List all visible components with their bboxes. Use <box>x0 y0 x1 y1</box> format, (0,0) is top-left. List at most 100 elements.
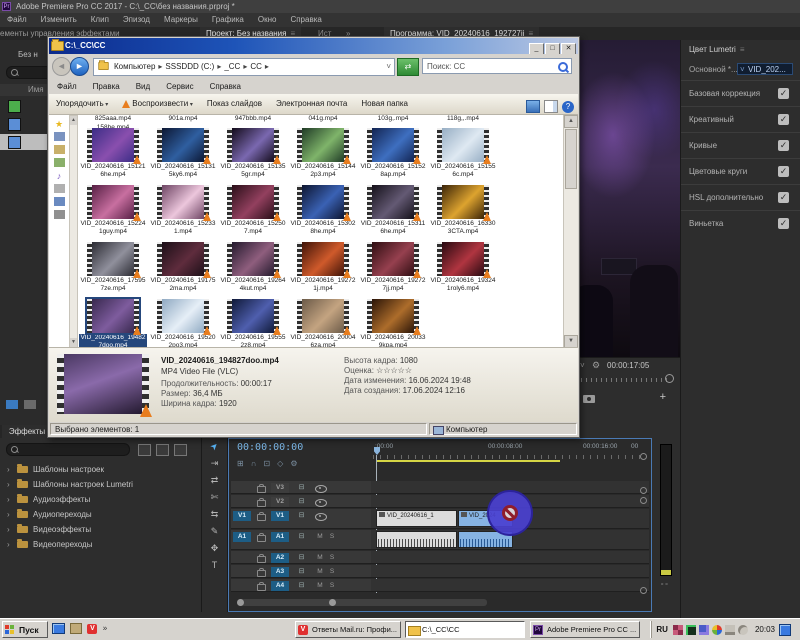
sidebar-scrollbar[interactable]: ▲ ▼ <box>69 115 78 348</box>
zoom-handle-icon[interactable] <box>237 599 244 606</box>
breadcrumb[interactable]: Компьютер▸SSSDDD (C:)▸_CC▸CC▸˅ <box>93 58 395 76</box>
breadcrumb-segment-SSSDDD (C:)[interactable]: SSSDDD (C:) <box>164 59 215 74</box>
file-item[interactable]: VID_20240616_163303CTA.mp4 <box>428 184 498 241</box>
accelerated-effects-icon[interactable] <box>138 444 151 456</box>
lock-icon[interactable] <box>257 535 266 542</box>
track-name-button[interactable]: A4 <box>271 581 289 591</box>
track-output-icon[interactable]: ⊟ <box>295 567 308 577</box>
chevron-down-icon[interactable]: ˅ <box>580 361 585 370</box>
menu-item-Графика[interactable]: Графика <box>205 13 251 27</box>
checkbox-checked-icon[interactable]: ✓ <box>778 166 789 177</box>
file-item[interactable]: VID_20240616_153028he.mp4 <box>288 184 358 241</box>
show-desktop-icon[interactable] <box>52 623 65 634</box>
menu-item-Файл[interactable]: Файл <box>0 13 34 27</box>
breadcrumb-segment-_CC[interactable]: _CC <box>223 59 241 74</box>
pictures-icon[interactable] <box>54 158 65 167</box>
chevron-right-icon[interactable]: › <box>7 462 10 477</box>
tray-icon[interactable] <box>699 625 709 635</box>
scroll-down-icon[interactable]: ▼ <box>70 338 77 347</box>
chevron-right-icon[interactable]: › <box>7 507 10 522</box>
file-item[interactable]: VID_20240616_192721j.mp4 <box>288 241 358 298</box>
timeline-clip[interactable] <box>376 531 457 548</box>
tray-icon[interactable] <box>673 625 683 635</box>
track-name-button[interactable]: A1 <box>271 532 289 542</box>
mute-button[interactable]: M <box>315 532 325 542</box>
mute-button[interactable]: M <box>315 581 325 591</box>
toolbar-button-Новая папка[interactable]: Новая папка <box>354 94 415 114</box>
explorer-menu-Правка[interactable]: Правка <box>85 79 128 94</box>
file-item[interactable]: VID_20240616_195202po3.mp4 <box>148 298 218 348</box>
toolbar-button-Показ слайдов[interactable]: Показ слайдов <box>200 94 269 114</box>
linked-selection-icon[interactable]: ⊡ <box>263 459 270 468</box>
scroll-handle-icon[interactable] <box>640 453 647 460</box>
menu-item-Эпизод[interactable]: Эпизод <box>116 13 157 27</box>
files-vertical-scrollbar[interactable]: ▲ ▼ <box>563 115 578 348</box>
scrollbar-thumb[interactable] <box>565 129 577 189</box>
effects-search-input[interactable] <box>6 443 130 456</box>
effects-folder-row[interactable]: ›Видеопереходы <box>0 537 200 552</box>
lumetri-section[interactable]: Кривые✓ <box>681 132 800 159</box>
explorer-search-input[interactable]: Поиск: CC <box>422 58 572 74</box>
refresh-button[interactable]: ⇄ <box>397 58 419 76</box>
lock-icon[interactable] <box>257 584 266 591</box>
computer-icon[interactable] <box>54 197 65 206</box>
file-item[interactable]: VID_20240616_152241guy.mp4 <box>78 184 148 241</box>
file-item[interactable]: VID_20240616_200339kpa.mp4 <box>358 298 428 348</box>
insert-overwrite-icon[interactable]: ⊞ <box>237 459 244 468</box>
file-item[interactable]: VID_20240616_194827doo.mp4 <box>78 298 148 348</box>
solo-button[interactable]: S <box>327 532 337 542</box>
lumetri-clip-dropdown[interactable]: VID_202... <box>737 63 793 75</box>
lumetri-section[interactable]: Цветовые круги✓ <box>681 158 800 185</box>
help-icon[interactable]: ? <box>562 101 574 113</box>
scroll-handle-icon[interactable] <box>640 587 647 594</box>
network-tray-icon[interactable] <box>779 624 791 636</box>
chevron-right-icon[interactable]: › <box>7 537 10 552</box>
lumetri-section[interactable]: HSL дополнительно✓ <box>681 184 800 211</box>
settings-wrench-icon[interactable]: ⚙ <box>592 360 600 371</box>
videos-icon[interactable] <box>54 184 65 193</box>
monitor-mini-ruler[interactable] <box>581 378 669 382</box>
timeline-horizontal-scrollbar[interactable] <box>237 599 487 606</box>
project-bin-label[interactable]: Без н <box>18 50 38 59</box>
checkbox-checked-icon[interactable]: ✓ <box>778 140 789 151</box>
new-custom-bin-icon[interactable] <box>174 444 187 456</box>
checkbox-checked-icon[interactable]: ✓ <box>778 88 789 99</box>
mute-button[interactable]: M <box>315 567 325 577</box>
scroll-handle-icon[interactable] <box>640 487 647 494</box>
file-item[interactable]: VID_20240616_151315ky6.mp4 <box>148 127 218 184</box>
file-item[interactable]: VID_20240616_152507.mp4 <box>218 184 288 241</box>
libraries-icon[interactable] <box>54 132 65 141</box>
toolbar-button-Электронная почта[interactable]: Электронная почта <box>269 94 354 114</box>
file-name-partial[interactable]: 947bbb.mp4 <box>218 115 288 122</box>
menu-item-Маркеры[interactable]: Маркеры <box>157 13 205 27</box>
effects-folder-row[interactable]: ›Шаблоны настроек <box>0 462 200 477</box>
file-name-partial[interactable]: 118g,,.mp4 <box>428 115 498 122</box>
chevron-right-icon[interactable]: › <box>7 522 10 537</box>
solo-button[interactable]: S <box>327 553 337 563</box>
vivaldi-icon[interactable]: V <box>87 624 97 634</box>
file-name-partial[interactable]: 041g.mp4 <box>288 115 358 122</box>
file-name-partial[interactable]: 901a.mp4 <box>148 115 218 122</box>
file-item[interactable]: VID_20240616_193241roly6.mp4 <box>428 241 498 298</box>
documents-icon[interactable] <box>54 145 65 154</box>
file-item[interactable]: VID_20240616_192644kut.mp4 <box>218 241 288 298</box>
zoom-handle-icon[interactable] <box>665 374 674 383</box>
lumetri-section[interactable]: Креативный✓ <box>681 106 800 133</box>
forward-button[interactable]: ► <box>70 57 89 76</box>
file-item[interactable]: VID_20240616_175957ze.mp4 <box>78 241 148 298</box>
breadcrumb-segment-Компьютер[interactable]: Компьютер <box>113 59 156 74</box>
taskbar-button-3[interactable]: PrAdobe Premiere Pro CC ... <box>530 621 640 638</box>
volume-tray-icon[interactable] <box>738 625 748 635</box>
lumetri-section[interactable]: Базовая коррекция✓ <box>681 80 800 107</box>
file-item[interactable]: VID_20240616_152331.mp4 <box>148 184 218 241</box>
hand-tool-icon[interactable]: ✥ <box>202 540 227 557</box>
back-button[interactable]: ◄ <box>52 57 71 76</box>
checkbox-checked-icon[interactable]: ✓ <box>778 114 789 125</box>
file-item[interactable]: VID_20240616_153116he.mp4 <box>358 184 428 241</box>
tray-icon[interactable] <box>686 625 696 635</box>
mute-button[interactable]: M <box>315 553 325 563</box>
file-item[interactable]: VID_20240616_151442p3.mp4 <box>288 127 358 184</box>
ripple-edit-tool-icon[interactable]: ⇄ <box>202 472 227 489</box>
preview-pane-icon[interactable] <box>544 100 558 113</box>
menu-item-Окно[interactable]: Окно <box>251 13 284 27</box>
